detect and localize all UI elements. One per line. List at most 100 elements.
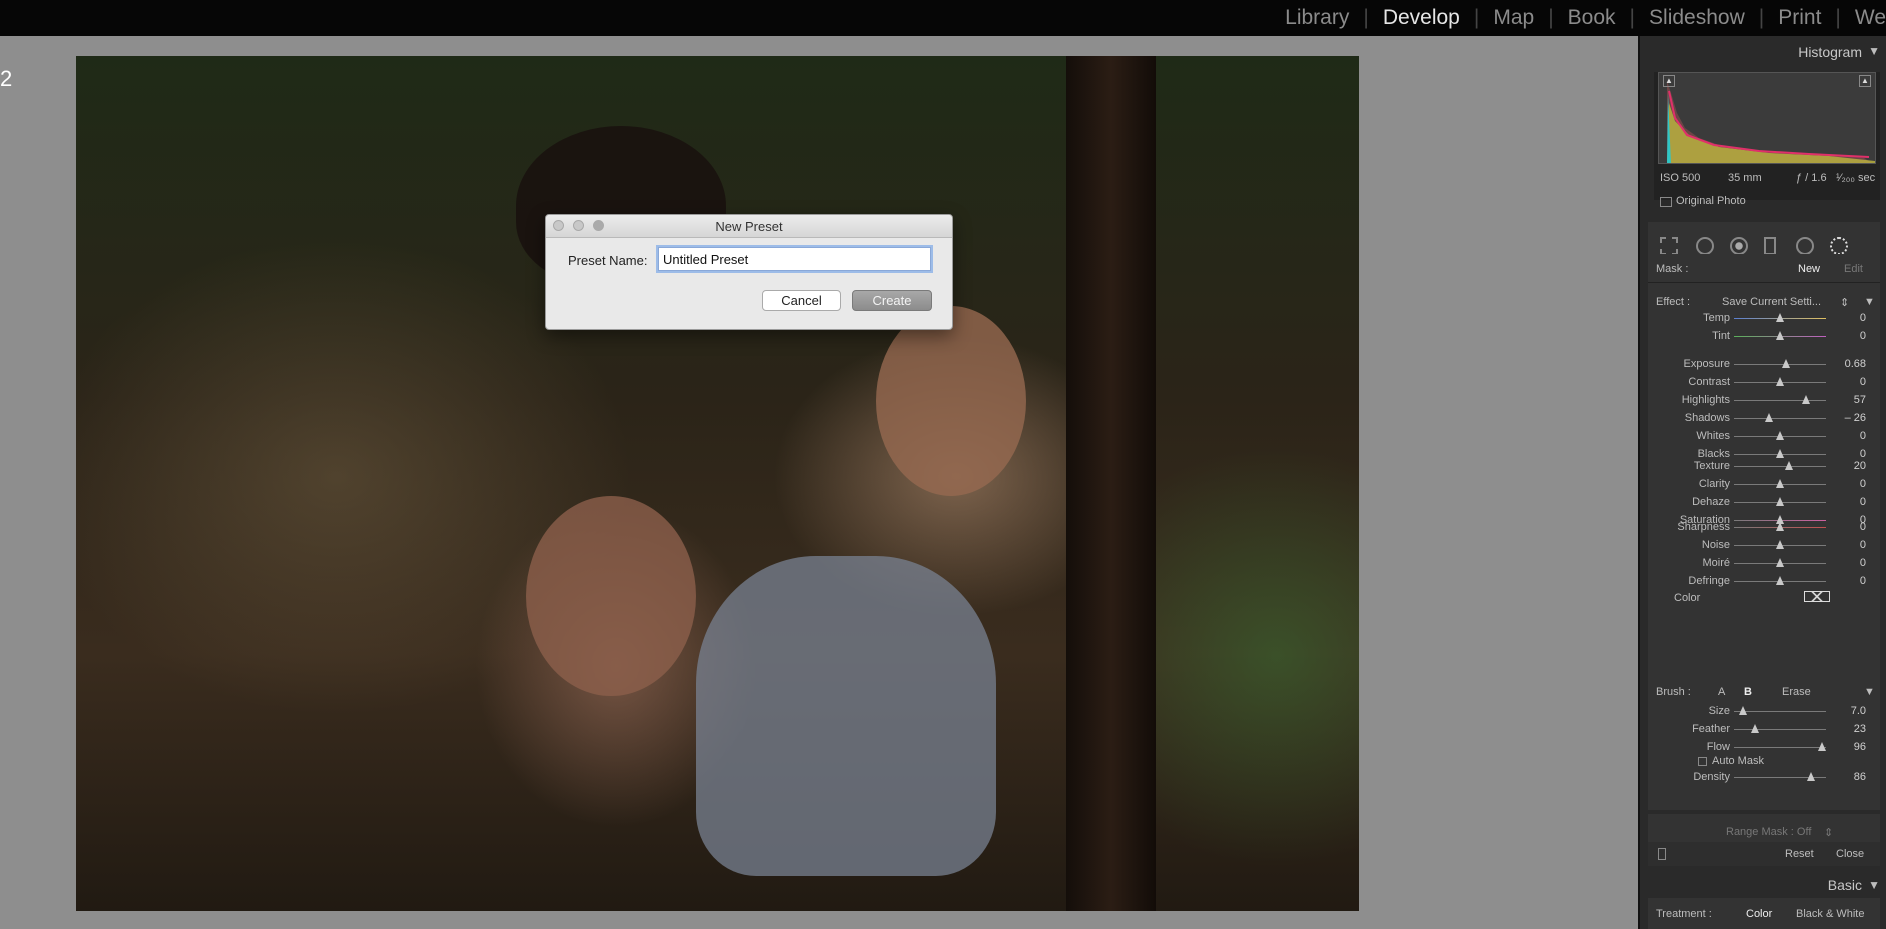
slider-clarity[interactable]: Clarity 0 [1648,477,1880,492]
slider-texture[interactable]: Texture 20 [1648,459,1880,474]
radial-filter-icon[interactable] [1796,237,1814,255]
slider-value[interactable]: – 26 [1845,412,1866,424]
mask-edit-button[interactable]: Edit [1844,263,1863,275]
auto-mask-checkbox[interactable] [1698,757,1707,766]
module-tab-slideshow[interactable]: Slideshow [1635,6,1759,30]
slider-sharpness[interactable]: Sharpness 0 [1648,520,1880,535]
slider-thumb[interactable] [1776,331,1784,340]
slider-thumb[interactable] [1764,413,1773,422]
slider-value[interactable]: 0 [1860,496,1866,508]
slider-thumb[interactable] [1776,522,1784,531]
brush-a-tab[interactable]: A [1718,686,1725,698]
highlight-clipping-icon[interactable]: ▲ [1859,75,1871,87]
range-mask-arrows-icon[interactable]: ⇕ [1824,826,1833,839]
graduated-filter-icon[interactable] [1764,237,1776,255]
slider-defringe[interactable]: Defringe 0 [1648,574,1880,589]
slider-flow[interactable]: Flow 96 [1648,740,1880,755]
preset-name-input[interactable] [658,247,931,271]
slider-track[interactable] [1734,711,1826,712]
module-tab-map[interactable]: Map [1479,6,1548,30]
slider-thumb[interactable] [1776,431,1784,440]
slider-value[interactable]: 0 [1860,312,1866,324]
brush-b-tab[interactable]: B [1744,686,1752,698]
slider-exposure[interactable]: Exposure 0.68 [1648,357,1880,372]
histogram-collapse-icon[interactable]: ▼ [1868,44,1880,58]
slider-contrast[interactable]: Contrast 0 [1648,375,1880,390]
slider-track[interactable] [1734,466,1826,467]
slider-thumb[interactable] [1776,497,1784,506]
slider-thumb[interactable] [1807,772,1816,781]
slider-value[interactable]: 57 [1854,394,1866,406]
slider-whites[interactable]: Whites 0 [1648,429,1880,444]
module-tab-develop[interactable]: Develop [1369,6,1474,30]
slider-noise[interactable]: Noise 0 [1648,538,1880,553]
slider-moir-[interactable]: Moiré 0 [1648,556,1880,571]
slider-track[interactable] [1734,729,1826,730]
slider-value[interactable]: 0 [1860,330,1866,342]
slider-value[interactable]: 7.0 [1851,705,1866,717]
effect-select[interactable]: Save Current Setti... [1722,296,1821,308]
slider-value[interactable]: 0 [1860,376,1866,388]
slider-temp[interactable]: Temp 0 [1648,311,1880,326]
slider-value[interactable]: 0 [1860,539,1866,551]
slider-thumb[interactable] [1776,313,1784,322]
slider-value[interactable]: 0 [1860,521,1866,533]
slider-value[interactable]: 23 [1854,723,1866,735]
toggle-switch-icon[interactable] [1658,848,1666,860]
basic-collapse-icon[interactable]: ▼ [1868,878,1880,892]
mask-new-button[interactable]: New [1798,263,1820,275]
adjustment-brush-icon[interactable] [1830,237,1848,255]
dialog-titlebar[interactable]: New Preset [546,215,952,238]
slider-value[interactable]: 20 [1854,460,1866,472]
slider-shadows[interactable]: Shadows – 26 [1648,411,1880,426]
slider-value[interactable]: 96 [1854,741,1866,753]
original-photo-checkbox[interactable] [1660,197,1672,207]
color-swatch[interactable] [1804,591,1830,602]
range-mask-select[interactable]: Range Mask : Off [1726,826,1811,838]
module-tab-print[interactable]: Print [1764,6,1835,30]
module-tab-library[interactable]: Library [1271,6,1363,30]
reset-button[interactable]: Reset [1785,848,1814,860]
module-tab-we[interactable]: We [1841,6,1886,30]
slider-thumb[interactable] [1801,395,1810,404]
red-eye-icon[interactable] [1730,237,1748,255]
slider-value[interactable]: 0 [1860,575,1866,587]
slider-thumb[interactable] [1739,706,1748,715]
create-button[interactable]: Create [852,290,932,311]
slider-value[interactable]: 0.68 [1845,358,1866,370]
treatment-bw-button[interactable]: Black & White [1796,908,1864,920]
shadow-clipping-icon[interactable]: ▲ [1663,75,1675,87]
treatment-color-button[interactable]: Color [1746,908,1772,920]
slider-thumb[interactable] [1776,576,1784,585]
slider-track[interactable] [1734,747,1826,748]
brush-erase-tab[interactable]: Erase [1782,686,1811,698]
slider-thumb[interactable] [1751,724,1760,733]
slider-feather[interactable]: Feather 23 [1648,722,1880,737]
slider-thumb[interactable] [1818,742,1827,751]
basic-title[interactable]: Basic [1828,877,1862,893]
slider-value[interactable]: 0 [1860,478,1866,490]
crop-tool-icon[interactable] [1660,237,1678,255]
slider-thumb[interactable] [1776,377,1784,386]
slider-tint[interactable]: Tint 0 [1648,329,1880,344]
brush-collapse-icon[interactable]: ▼ [1864,686,1875,698]
slider-thumb[interactable] [1785,461,1794,470]
slider-highlights[interactable]: Highlights 57 [1648,393,1880,408]
module-tab-book[interactable]: Book [1554,6,1630,30]
slider-size[interactable]: Size 7.0 [1648,704,1880,719]
slider-track[interactable] [1734,364,1826,365]
slider-thumb[interactable] [1776,479,1784,488]
spot-removal-icon[interactable] [1696,237,1714,255]
effect-collapse-icon[interactable]: ▼ [1864,296,1875,308]
histogram-title[interactable]: Histogram [1798,44,1862,60]
photo-preview[interactable] [76,56,1359,911]
slider-value[interactable]: 0 [1860,557,1866,569]
slider-thumb[interactable] [1776,540,1784,549]
cancel-button[interactable]: Cancel [762,290,841,311]
slider-value[interactable]: 0 [1860,430,1866,442]
slider-track[interactable] [1734,400,1826,401]
slider-track[interactable] [1734,418,1826,419]
slider-thumb[interactable] [1776,558,1784,567]
effect-select-arrows-icon[interactable]: ⇕ [1840,296,1849,309]
slider-density[interactable]: Density 86 [1648,770,1880,785]
